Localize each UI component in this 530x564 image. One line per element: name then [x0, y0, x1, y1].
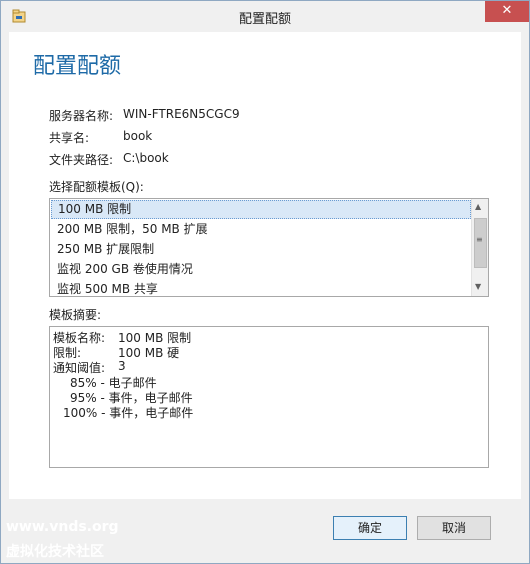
template-summary-box: 模板名称: 100 MB 限制 限制: 100 MB 硬 通知阈值: 3 85%…: [49, 326, 489, 468]
scroll-up-icon[interactable]: ▲: [475, 202, 481, 211]
watermark-url: www.vnds.org: [6, 519, 119, 535]
title-bar[interactable]: 配置配额 ✕: [1, 1, 529, 31]
server-name-value: WIN-FTRE6N5CGC9: [123, 107, 240, 121]
template-item[interactable]: 200 MB 限制，50 MB 扩展: [51, 220, 471, 239]
template-item[interactable]: 监视 200 GB 卷使用情况: [51, 260, 471, 279]
dialog-window: 配置配额 ✕ 配置配额 服务器名称: WIN-FTRE6N5CGC9 共享名: …: [0, 0, 530, 564]
summary-label: 模板摘要:: [49, 308, 102, 322]
template-item[interactable]: 100 MB 限制: [51, 200, 471, 219]
ok-button[interactable]: 确定: [333, 516, 407, 540]
listbox-scrollbar[interactable]: ▲ ≡ ▼: [471, 199, 488, 296]
threshold-line: 100% - 事件，电子邮件: [63, 406, 194, 420]
template-listbox[interactable]: 100 MB 限制 200 MB 限制，50 MB 扩展 250 MB 扩展限制…: [49, 198, 489, 297]
summary-value: 100 MB 硬: [118, 346, 180, 360]
cancel-button[interactable]: 取消: [417, 516, 491, 540]
folder-path-label: 文件夹路径:: [49, 153, 114, 167]
template-item[interactable]: 250 MB 扩展限制: [51, 240, 471, 259]
scroll-down-icon[interactable]: ▼: [475, 282, 481, 291]
folder-path-value: C:\book: [123, 151, 169, 165]
grip-icon: ≡: [476, 235, 483, 244]
close-icon: ✕: [501, 3, 513, 18]
template-list-label: 选择配额模板(Q):: [49, 180, 144, 194]
share-name-value: book: [123, 129, 153, 143]
watermark-name: 虚拟化技术社区: [6, 544, 104, 560]
template-item[interactable]: 监视 500 MB 共享: [51, 280, 471, 299]
close-button[interactable]: ✕: [485, 1, 529, 22]
dialog-heading: 配置配额: [33, 54, 122, 79]
share-name-label: 共享名:: [49, 131, 90, 145]
dialog-content: 配置配额 服务器名称: WIN-FTRE6N5CGC9 共享名: book 文件…: [9, 32, 521, 499]
server-name-label: 服务器名称:: [49, 109, 114, 123]
scroll-thumb[interactable]: ≡: [474, 218, 487, 268]
window-title: 配置配额: [238, 12, 291, 27]
summary-value: 3: [118, 359, 126, 373]
